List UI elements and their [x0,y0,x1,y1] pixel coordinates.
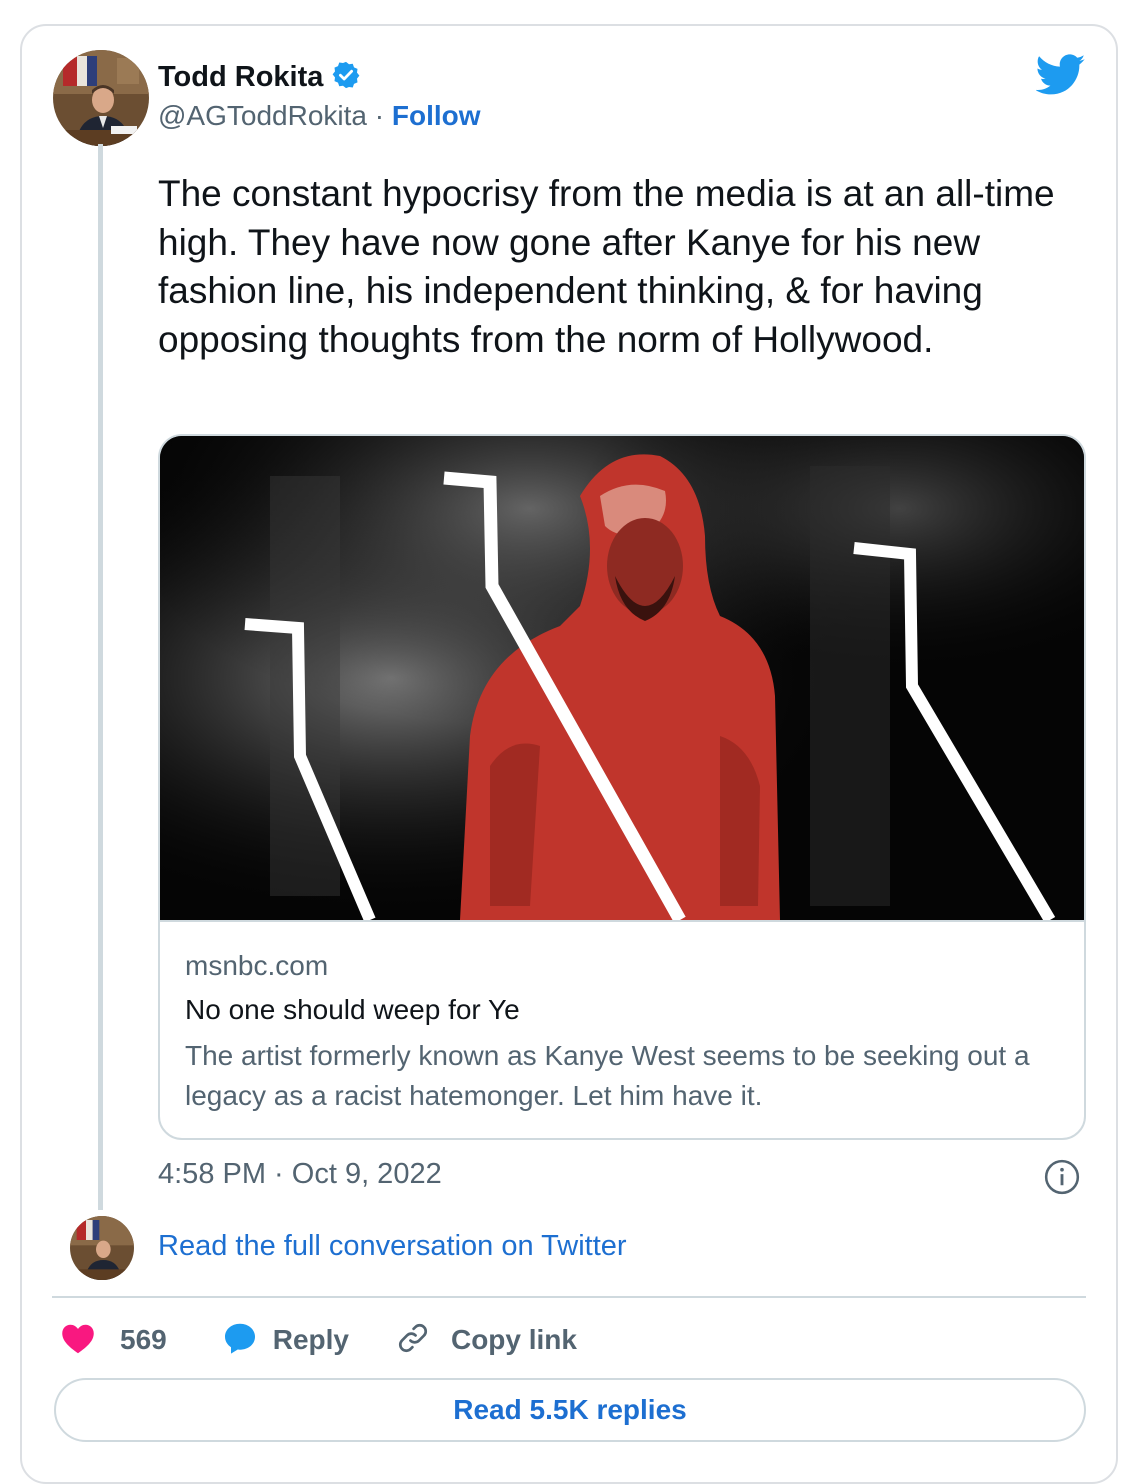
link-card-divider [160,920,1084,922]
link-chain-icon [395,1320,431,1361]
like-count: 569 [120,1324,167,1355]
reply-button[interactable]: Reply [221,1320,349,1361]
tweet-text: The constant hypocrisy from the media is… [158,173,1055,360]
like-button[interactable]: 569 [60,1321,167,1360]
link-preview-card[interactable]: msnbc.com No one should weep for Ye The … [158,434,1086,1140]
reply-bubble-icon [221,1320,259,1361]
heart-icon [60,1321,96,1360]
thread-line [98,144,103,1210]
copy-link-label: Copy link [450,1324,577,1355]
author-handle[interactable]: @AGToddRokita [158,100,367,131]
tweet-actions-bar: 569 Reply Copy link [60,1318,577,1362]
link-description: The artist formerly known as Kanye West … [185,1040,1030,1111]
handle-separator: · [374,100,385,131]
reply-label: Reply [272,1324,349,1355]
author-handle-row: @AGToddRokita · Follow [158,100,481,132]
twitter-bird-icon[interactable] [1035,54,1086,101]
author-name-row: Todd Rokita [158,60,361,95]
read-replies-button[interactable]: Read 5.5K replies [54,1378,1086,1442]
author-name[interactable]: Todd Rokita [158,61,323,94]
author-avatar[interactable] [53,50,149,146]
link-title: No one should weep for Ye [185,994,520,1025]
link-preview-image [160,436,1084,920]
link-domain: msnbc.com [185,950,329,981]
verified-badge-icon [331,60,361,95]
small-author-avatar[interactable] [70,1216,134,1280]
actions-divider [52,1296,1086,1298]
tweet-timestamp[interactable]: 4:58 PM · Oct 9, 2022 [158,1158,442,1191]
read-full-conversation-link[interactable]: Read the full conversation on Twitter [158,1230,627,1263]
copy-link-button[interactable]: Copy link [395,1320,577,1361]
follow-button[interactable]: Follow [392,100,481,131]
info-icon[interactable] [1043,1158,1081,1201]
